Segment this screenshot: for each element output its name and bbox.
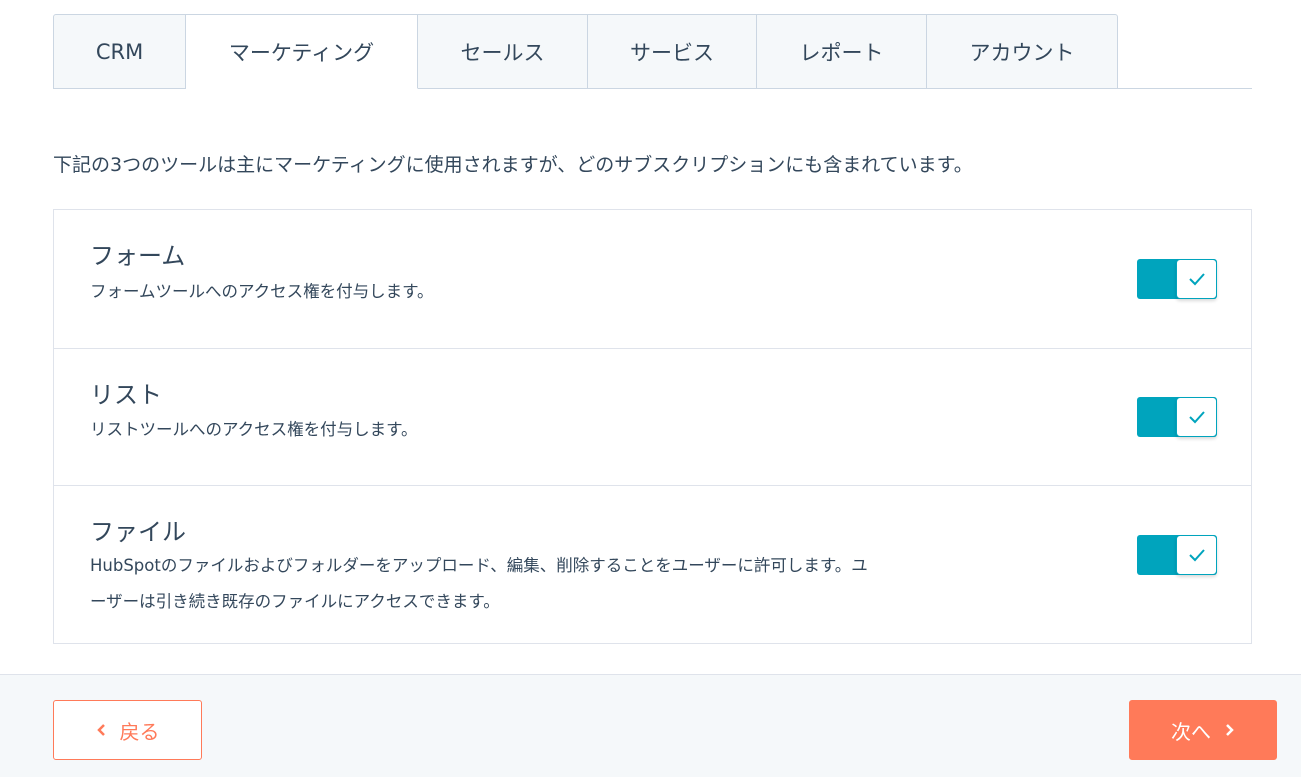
tool-row-forms: フォーム フォームツールへのアクセス権を付与します。 <box>54 210 1251 348</box>
forms-toggle[interactable] <box>1137 259 1217 299</box>
check-icon <box>1188 273 1205 286</box>
tool-row-files: ファイル HubSpotのファイルおよびフォルダーをアップロード、編集、削除する… <box>54 485 1251 643</box>
tool-title: ファイル <box>90 518 186 546</box>
files-toggle[interactable] <box>1137 535 1217 575</box>
toggle-knob <box>1176 535 1217 575</box>
tool-description: HubSpotのファイルおよびフォルダーをアップロード、編集、削除することをユー… <box>90 556 868 611</box>
tool-row-lists: リスト リストツールへのアクセス権を付与します。 <box>54 348 1251 485</box>
tab-reports[interactable]: レポート <box>757 14 927 89</box>
tab-account[interactable]: アカウント <box>927 14 1118 89</box>
check-icon <box>1188 549 1205 562</box>
next-button-label: 次へ <box>1171 719 1211 744</box>
chevron-right-icon <box>1225 723 1235 737</box>
lists-toggle[interactable] <box>1137 397 1217 437</box>
footer-bar: 戻る 次へ <box>0 674 1301 777</box>
tool-description: リストツールへのアクセス権を付与します。 <box>90 420 418 439</box>
back-button-label: 戻る <box>119 719 160 744</box>
tool-description: フォームツールへのアクセス権を付与します。 <box>90 282 434 301</box>
tab-service[interactable]: サービス <box>588 14 757 89</box>
chevron-left-icon <box>96 723 106 737</box>
toggle-knob <box>1176 259 1217 299</box>
tab-crm[interactable]: CRM <box>53 14 186 89</box>
tab-marketing[interactable]: マーケティング <box>186 14 418 89</box>
tab-sales[interactable]: セールス <box>418 14 588 89</box>
tool-title: フォーム <box>90 242 186 270</box>
back-button[interactable]: 戻る <box>53 700 202 760</box>
intro-text: 下記の3つのツールは主にマーケティングに使用されますが、どのサブスクリプションに… <box>53 154 973 176</box>
tool-list: フォーム フォームツールへのアクセス権を付与します。 リスト リストツールへのア… <box>53 209 1252 644</box>
tab-bar: CRM マーケティング セールス サービス レポート アカウント <box>53 14 1252 89</box>
toggle-knob <box>1176 397 1217 437</box>
check-icon <box>1188 411 1205 424</box>
tool-title: リスト <box>90 381 162 409</box>
next-button[interactable]: 次へ <box>1129 700 1277 760</box>
